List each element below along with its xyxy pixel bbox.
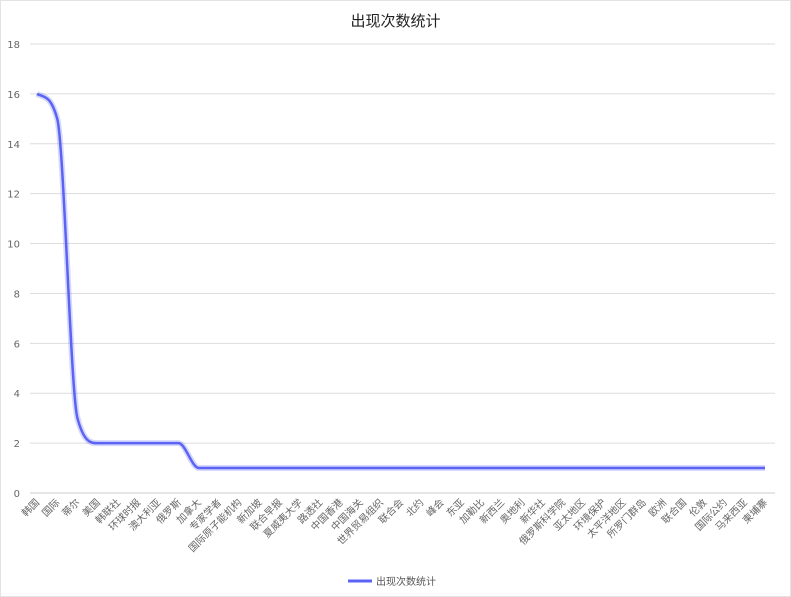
x-axis-ticks: 韩国国际蒂尔美国韩联社环球时报澳大利亚俄罗斯加拿大专家学者国际原子能机构新加坡联… bbox=[19, 496, 770, 555]
data-point[interactable] bbox=[419, 466, 423, 470]
series-line[interactable] bbox=[36, 92, 765, 470]
y-tick-label: 4 bbox=[14, 389, 20, 400]
data-point[interactable] bbox=[662, 466, 666, 470]
y-tick-label: 2 bbox=[14, 439, 20, 450]
data-point[interactable] bbox=[682, 466, 686, 470]
data-point[interactable] bbox=[480, 466, 484, 470]
y-tick-label: 12 bbox=[7, 190, 20, 201]
data-point[interactable] bbox=[75, 416, 79, 420]
y-tick-label: 8 bbox=[14, 289, 20, 300]
data-point[interactable] bbox=[621, 466, 625, 470]
x-tick-label: 峰会 bbox=[423, 496, 446, 519]
series-group bbox=[35, 91, 767, 472]
data-point[interactable] bbox=[520, 466, 524, 470]
data-point[interactable] bbox=[96, 441, 100, 445]
series-line-shadow bbox=[35, 91, 765, 472]
data-point[interactable] bbox=[601, 466, 605, 470]
data-point[interactable] bbox=[561, 466, 565, 470]
data-point[interactable] bbox=[298, 466, 302, 470]
data-point[interactable] bbox=[723, 466, 727, 470]
x-tick-label: 国际 bbox=[40, 497, 63, 520]
data-point[interactable] bbox=[763, 466, 767, 470]
data-point[interactable] bbox=[379, 466, 383, 470]
data-point[interactable] bbox=[500, 466, 504, 470]
data-point[interactable] bbox=[399, 466, 403, 470]
data-point[interactable] bbox=[257, 466, 261, 470]
data-point[interactable] bbox=[460, 466, 464, 470]
data-point[interactable] bbox=[743, 466, 747, 470]
data-point[interactable] bbox=[338, 466, 342, 470]
y-tick-label: 14 bbox=[7, 140, 20, 151]
data-point[interactable] bbox=[278, 466, 282, 470]
x-tick-label: 北约 bbox=[403, 496, 426, 519]
data-point[interactable] bbox=[55, 117, 59, 121]
y-axis-ticks: 0 2 4 6 8 10 12 14 16 18 bbox=[7, 40, 20, 500]
data-point[interactable] bbox=[197, 466, 201, 470]
data-point[interactable] bbox=[581, 466, 585, 470]
data-point[interactable] bbox=[642, 466, 646, 470]
data-point[interactable] bbox=[359, 466, 363, 470]
data-point[interactable] bbox=[116, 441, 120, 445]
data-point[interactable] bbox=[156, 441, 160, 445]
data-point[interactable] bbox=[217, 466, 221, 470]
data-point[interactable] bbox=[541, 466, 545, 470]
y-tick-label: 18 bbox=[7, 40, 20, 51]
y-tick-label: 16 bbox=[7, 90, 20, 101]
data-point[interactable] bbox=[318, 466, 322, 470]
legend[interactable]: 出现次数统计 bbox=[348, 575, 436, 588]
y-tick-label: 10 bbox=[7, 240, 20, 251]
data-point[interactable] bbox=[702, 466, 706, 470]
data-point[interactable] bbox=[177, 441, 181, 445]
data-point[interactable] bbox=[439, 466, 443, 470]
y-tick-label: 6 bbox=[14, 339, 20, 350]
x-tick-label: 韩国 bbox=[19, 496, 42, 519]
data-point[interactable] bbox=[237, 466, 241, 470]
legend-label: 出现次数统计 bbox=[376, 575, 436, 588]
y-tick-label: 0 bbox=[14, 489, 20, 500]
grid-lines bbox=[30, 43, 775, 494]
x-tick-label: 蒂尔 bbox=[59, 496, 82, 519]
line-chart: 0 2 4 6 8 10 12 14 16 18 韩国国际蒂尔美国韩联社环球时报澳大利亚俄罗斯加拿… bbox=[7, 40, 775, 588]
data-point[interactable] bbox=[35, 92, 39, 96]
data-point[interactable] bbox=[136, 441, 140, 445]
